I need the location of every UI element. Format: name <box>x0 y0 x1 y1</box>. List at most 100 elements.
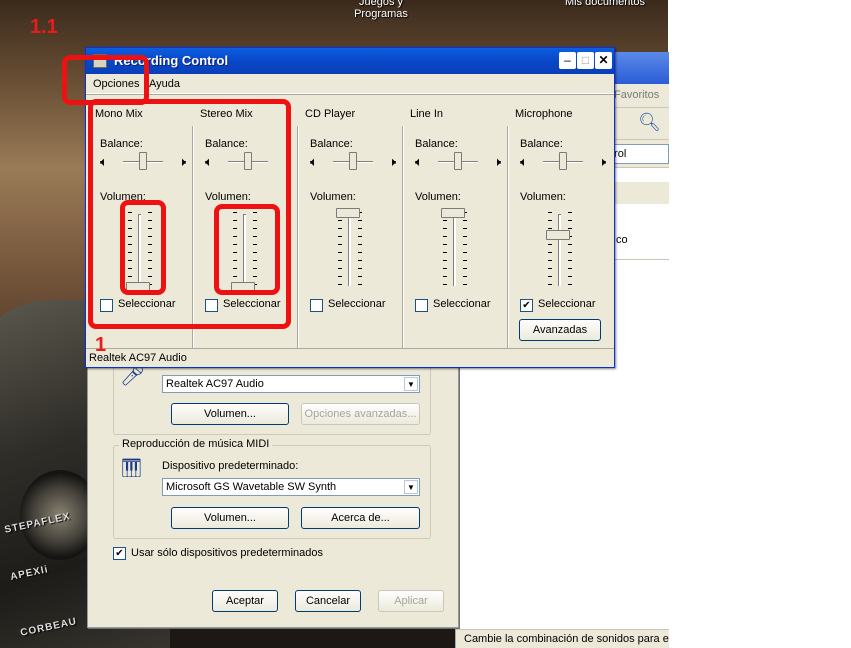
volume-tick <box>338 228 342 229</box>
volume-tick <box>358 284 362 285</box>
select-checkbox[interactable]: ✔ <box>520 299 533 312</box>
volume-track[interactable] <box>453 214 456 286</box>
volume-tick <box>568 212 572 213</box>
menu-favoritos[interactable]: Favoritos <box>614 89 659 101</box>
use-default-label: Usar sólo dispositivos predeterminados <box>131 547 323 559</box>
annotation-box-stereo-volume <box>214 204 280 295</box>
volume-tick <box>463 268 467 269</box>
volume-tick <box>463 228 467 229</box>
volume-tick <box>358 244 362 245</box>
balance-label: Balance: <box>415 138 458 150</box>
midi-device-label: Dispositivo predeterminado: <box>162 460 299 472</box>
advanced-button[interactable]: Avanzadas <box>519 319 601 341</box>
volume-tick <box>358 236 362 237</box>
volume-tick <box>568 220 572 221</box>
volume-tick <box>463 252 467 253</box>
volume-slider-thumb[interactable] <box>546 230 570 241</box>
volume-tick <box>443 220 447 221</box>
apply-button[interactable]: Aplicar <box>378 590 444 612</box>
speaker-right-icon: 🔈︎ <box>388 154 396 169</box>
select-checkbox[interactable] <box>310 299 323 312</box>
midi-device-select[interactable]: Microsoft GS Wavetable SW Synth ▼ <box>162 478 420 496</box>
volume-tick <box>358 252 362 253</box>
blank-area <box>668 0 851 648</box>
volume-tick <box>548 212 552 213</box>
volume-tick <box>443 260 447 261</box>
volume-tick <box>548 220 552 221</box>
sound-properties-dialog: 🎤︎ Realtek AC97 Audio ▼ Volumen... Opcio… <box>87 340 459 628</box>
select-label: Seleccionar <box>433 298 491 310</box>
volume-tick <box>358 268 362 269</box>
channel-microphone: Microphone Balance: 🔈︎ 🔈︎ Volumen: ✔ Seleccion… <box>508 104 613 350</box>
volume-tick <box>568 284 572 285</box>
cancel-button[interactable]: Cancelar <box>295 590 361 612</box>
desktop-icon-juegos[interactable]: Juegos y Programas <box>336 0 426 20</box>
volume-tick <box>443 276 447 277</box>
volume-tick <box>463 220 467 221</box>
volume-tick <box>338 236 342 237</box>
volume-tick <box>338 268 342 269</box>
divider <box>606 259 669 260</box>
balance-slider-thumb[interactable] <box>349 152 357 170</box>
midi-volume-button[interactable]: Volumen... <box>171 507 289 529</box>
volume-tick <box>568 228 572 229</box>
volume-tick <box>568 252 572 253</box>
volume-tick <box>463 260 467 261</box>
balance-label: Balance: <box>520 138 563 150</box>
maximize-button[interactable]: □ <box>577 52 594 69</box>
list-header <box>606 182 669 204</box>
select-checkbox[interactable] <box>415 299 428 312</box>
ok-button[interactable]: Aceptar <box>212 590 278 612</box>
close-button[interactable]: ✕ <box>595 52 612 69</box>
select-label: Seleccionar <box>328 298 386 310</box>
volume-tick <box>568 276 572 277</box>
volume-slider-thumb[interactable] <box>441 208 465 218</box>
annotation-box-menu <box>62 55 149 105</box>
balance-label: Balance: <box>310 138 353 150</box>
speaker-left-icon: 🔈︎ <box>415 154 423 169</box>
list-item[interactable]: co <box>616 234 628 246</box>
speaker-right-icon: 🔈︎ <box>493 154 501 169</box>
volume-tick <box>443 252 447 253</box>
volume-track[interactable] <box>348 214 351 286</box>
menubar: Opciones Ayuda <box>86 74 614 94</box>
volume-tick <box>443 228 447 229</box>
annotation-label: 1 <box>95 334 107 356</box>
volume-tick <box>443 244 447 245</box>
minimize-button[interactable]: – <box>559 52 576 69</box>
balance-slider-thumb[interactable] <box>559 152 567 170</box>
balance-slider-thumb[interactable] <box>454 152 462 170</box>
volume-track[interactable] <box>558 214 561 286</box>
advanced-options-button[interactable]: Opciones avanzadas... <box>301 403 420 425</box>
speaker-left-icon: 🔈︎ <box>520 154 528 169</box>
statusbar: Realtek AC97 Audio <box>86 348 614 367</box>
volume-tick <box>548 260 552 261</box>
chevron-down-icon[interactable]: ▼ <box>404 480 418 494</box>
menu-ayuda[interactable]: Ayuda <box>149 78 180 90</box>
volume-tick <box>548 276 552 277</box>
volume-tick <box>338 276 342 277</box>
volume-tick <box>548 284 552 285</box>
keyboard-icon: 🎹︎ <box>120 458 143 478</box>
volume-tick <box>568 244 572 245</box>
volume-tick <box>338 252 342 253</box>
volume-tick <box>548 244 552 245</box>
search-icon[interactable]: 🔍︎ <box>638 112 661 133</box>
volume-slider-thumb[interactable] <box>336 208 360 218</box>
speaker-left-icon: 🔈︎ <box>310 154 318 169</box>
volume-tick <box>338 284 342 285</box>
volume-tick <box>548 228 552 229</box>
use-default-checkbox[interactable]: ✔ <box>113 547 126 560</box>
midi-group-title: Reproducción de música MIDI <box>119 438 273 450</box>
about-button[interactable]: Acerca de... <box>301 507 420 529</box>
volume-label: Volumen: <box>310 191 356 203</box>
select-label: Seleccionar <box>538 298 596 310</box>
recording-device-select[interactable]: Realtek AC97 Audio ▼ <box>162 375 420 393</box>
chevron-down-icon[interactable]: ▼ <box>404 377 418 391</box>
address-input[interactable]: trol <box>606 144 669 164</box>
desktop-icon-documentos[interactable]: Mis documentos <box>560 0 650 8</box>
annotation-box-mono-volume <box>120 200 166 295</box>
volume-tick <box>463 236 467 237</box>
volume-button[interactable]: Volumen... <box>171 403 289 425</box>
volume-label: Volumen: <box>415 191 461 203</box>
